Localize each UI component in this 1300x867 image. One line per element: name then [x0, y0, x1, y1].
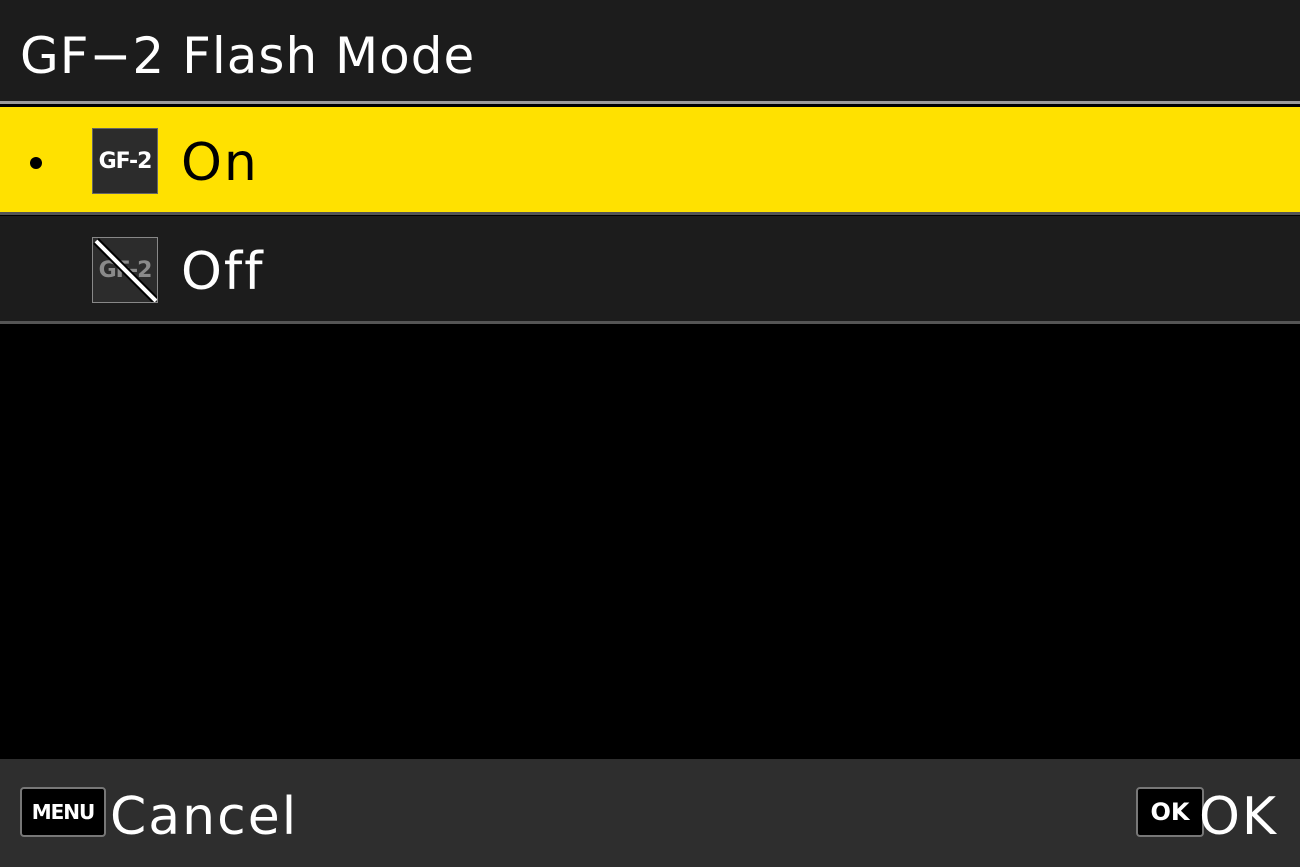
cancel-button[interactable]: Cancel	[110, 787, 298, 847]
flash-mode-screen: GF−2 Flash Mode GF-2 On GF-2 Off MENU Ca…	[0, 0, 1300, 867]
strike-through-icon	[93, 238, 157, 302]
footer-bar: MENU Cancel OK OK	[0, 759, 1300, 867]
ok-key-icon[interactable]: OK	[1136, 787, 1204, 837]
option-on[interactable]: GF-2 On	[0, 107, 1300, 215]
gf2-flash-on-icon: GF-2	[92, 128, 158, 194]
ok-button[interactable]: OK	[1199, 787, 1278, 847]
menu-header: GF−2 Flash Mode	[0, 0, 1300, 104]
menu-key-icon[interactable]: MENU	[20, 787, 106, 837]
option-label-on: On	[181, 133, 259, 193]
gf2-flash-off-icon: GF-2	[92, 237, 158, 303]
selected-bullet-icon	[30, 157, 42, 169]
gf2-icon-text: GF-2	[98, 148, 153, 174]
page-title: GF−2 Flash Mode	[20, 27, 476, 85]
option-label-off: Off	[181, 242, 265, 302]
option-off[interactable]: GF-2 Off	[0, 216, 1300, 324]
